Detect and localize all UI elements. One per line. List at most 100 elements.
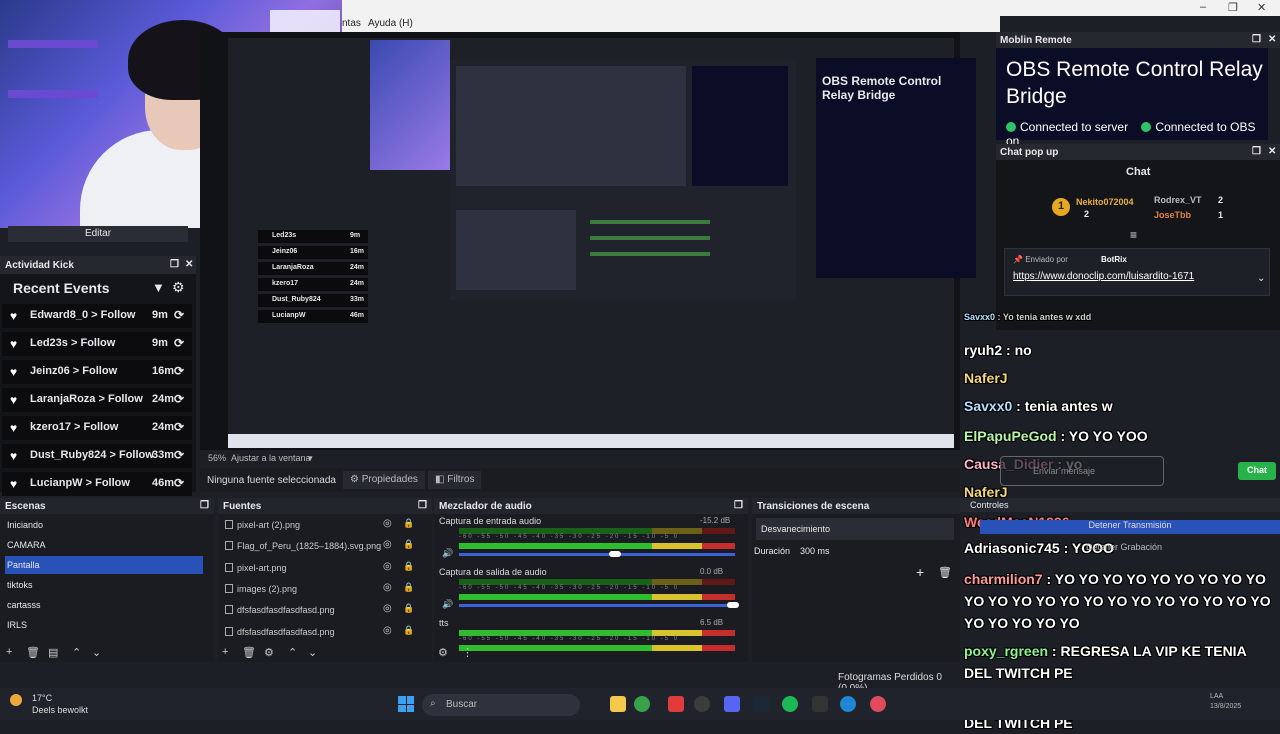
scene-item[interactable]: Pantalla [5, 556, 203, 574]
scene-item[interactable]: cartasss [5, 596, 203, 614]
replay-icon[interactable]: ⟳ [174, 420, 184, 434]
volume-knob[interactable] [727, 602, 739, 608]
volume-slider[interactable] [459, 553, 735, 556]
chevron-up-icon[interactable]: ⌃ [288, 646, 297, 659]
kick-event-row[interactable]: ♥ Jeinz06 > Follow 16m ⟳ [2, 360, 192, 384]
image-icon [225, 583, 233, 593]
undock-icon[interactable]: ❐ [170, 259, 179, 270]
kick-event-row[interactable]: ♥ LaranjaRoza > Follow 24m ⟳ [2, 388, 192, 412]
scene-item[interactable]: Iniciando [5, 516, 203, 534]
trash-icon[interactable]: 🗑 [938, 566, 952, 579]
close-icon[interactable]: ✕ [185, 259, 193, 270]
chat-input[interactable]: Enviar mensaje [1000, 456, 1164, 486]
close-icon[interactable]: ✕ [1268, 34, 1276, 45]
visibility-icon[interactable]: ◎ [383, 603, 392, 614]
gear-icon[interactable]: ⚙ [264, 646, 274, 659]
add-icon[interactable]: + [916, 564, 924, 580]
visibility-icon[interactable]: ◎ [383, 582, 392, 593]
replay-icon[interactable]: ⟳ [174, 476, 184, 490]
lock-icon[interactable]: 🔒 [403, 582, 414, 593]
replay-icon[interactable]: ⟳ [174, 364, 184, 378]
zoom-fit-select[interactable]: Ajustar a la ventana [231, 453, 311, 463]
undock-icon[interactable]: ❐ [1252, 34, 1261, 45]
add-icon[interactable]: + [6, 646, 12, 658]
kick-event-row[interactable]: ♥ Led23s > Follow 9m ⟳ [2, 332, 192, 356]
filters-button[interactable]: ◧ Filtros [428, 471, 482, 489]
discord-icon[interactable] [724, 696, 740, 712]
visibility-icon[interactable]: ◎ [383, 518, 392, 529]
visibility-icon[interactable]: ◎ [383, 561, 392, 572]
source-item[interactable]: pixel-art (2).png ◎ 🔒 [225, 517, 415, 535]
source-item[interactable]: Flag_of_Peru_(1825–1884).svg.png ◎ 🔒 [225, 538, 415, 556]
stop-recording-button[interactable]: Detener Grabación [1086, 542, 1162, 552]
steam-icon[interactable] [754, 696, 770, 712]
volume-slider[interactable] [459, 604, 735, 607]
source-item[interactable]: dfsfasdfasdfasdfasd.png ◎ 🔒 [225, 602, 415, 620]
visibility-icon[interactable]: ◎ [383, 625, 392, 636]
more-icon[interactable]: ⋮ [462, 646, 473, 659]
pinned-link[interactable]: https://www.donoclip.com/luisardito-1671 [1013, 271, 1194, 282]
maximize-icon[interactable]: ❐ [1228, 1, 1238, 14]
app-icon[interactable] [812, 696, 828, 712]
app-icon[interactable] [668, 696, 684, 712]
menu-item-help[interactable]: Ayuda (H) [368, 18, 413, 29]
chevron-down-icon[interactable]: ⌄ [92, 646, 101, 659]
kick-event-row[interactable]: ♥ Edward8_0 > Follow 9m ⟳ [2, 304, 192, 328]
add-icon[interactable]: + [222, 646, 228, 658]
trash-icon[interactable]: 🗑 [242, 646, 256, 659]
undock-icon[interactable]: ❐ [1252, 146, 1261, 157]
collapse-icon[interactable]: ≡ [1130, 228, 1137, 242]
minimize-icon[interactable]: – [1200, 1, 1206, 13]
visibility-icon[interactable]: ◎ [383, 539, 392, 550]
replay-icon[interactable]: ⟳ [174, 308, 184, 322]
obs-preview[interactable]: OBS Remote Control Relay Bridge Led23s 9m… [200, 32, 976, 450]
opera-icon[interactable] [870, 696, 886, 712]
kick-event-row[interactable]: ♥ LucianpW > Follow 46m ⟳ [2, 472, 192, 496]
source-item[interactable]: pixel-art.png ◎ 🔒 [225, 560, 415, 578]
close-icon[interactable]: ✕ [1257, 1, 1266, 14]
speaker-icon[interactable]: 🔊 [442, 548, 453, 559]
chat-send-button[interactable]: Chat [1238, 462, 1276, 480]
kick-event-row[interactable]: ♥ Dust_Ruby824 > Follow 33m ⟳ [2, 444, 192, 468]
replay-icon[interactable]: ⟳ [174, 448, 184, 462]
transition-select[interactable]: Desvanecimiento [756, 518, 954, 540]
scene-item[interactable]: CAMARA [5, 536, 203, 554]
lock-icon[interactable]: 🔒 [403, 518, 414, 529]
chevron-down-icon[interactable]: ▾ [308, 453, 313, 464]
duration-input[interactable]: 300 ms [800, 546, 830, 556]
scene-item[interactable]: tiktoks [5, 576, 203, 594]
trash-icon[interactable]: 🗑 [26, 646, 40, 659]
filter-icon[interactable]: ▼ [152, 280, 165, 295]
stop-stream-button[interactable]: Detener Transmisión [980, 520, 1280, 534]
source-item[interactable]: images (2).png ◎ 🔒 [225, 581, 415, 599]
weather-widget[interactable]: 17°C Deels bewolkt [10, 692, 88, 716]
properties-button[interactable]: ⚙ Propiedades [343, 471, 425, 489]
replay-icon[interactable]: ⟳ [174, 392, 184, 406]
lock-icon[interactable]: 🔒 [403, 625, 414, 636]
windows-start-icon[interactable] [398, 696, 414, 712]
scene-item[interactable]: IRLS [5, 616, 203, 634]
chevron-down-icon[interactable]: ⌄ [308, 646, 317, 659]
taskbar-search[interactable]: ⌕ Buscar [422, 694, 580, 716]
edit-button[interactable]: Editar [8, 226, 188, 242]
menu-item-herramientas[interactable]: ntas [342, 18, 361, 29]
volume-knob[interactable] [609, 551, 621, 557]
gear-icon[interactable]: ⚙ [438, 646, 448, 659]
gear-icon[interactable]: ⚙ [172, 279, 185, 296]
filter-icon[interactable]: ▤ [48, 646, 58, 659]
chevron-down-icon[interactable]: ⌄ [1257, 273, 1265, 284]
replay-icon[interactable]: ⟳ [174, 336, 184, 350]
edge-icon[interactable] [840, 696, 856, 712]
lock-icon[interactable]: 🔒 [403, 603, 414, 614]
chrome-icon[interactable] [634, 696, 650, 712]
source-item[interactable]: dfsfasdfasdfasdfasd.png ◎ 🔒 [225, 624, 415, 642]
speaker-icon[interactable]: 🔊 [442, 599, 453, 610]
chevron-up-icon[interactable]: ⌃ [72, 646, 81, 659]
lock-icon[interactable]: 🔒 [403, 561, 414, 572]
lock-icon[interactable]: 🔒 [403, 539, 414, 550]
obs-icon[interactable] [694, 696, 710, 712]
close-icon[interactable]: ✕ [1268, 146, 1276, 157]
file-explorer-icon[interactable] [610, 696, 626, 712]
kick-event-row[interactable]: ♥ kzero17 > Follow 24m ⟳ [2, 416, 192, 440]
spotify-icon[interactable] [782, 696, 798, 712]
